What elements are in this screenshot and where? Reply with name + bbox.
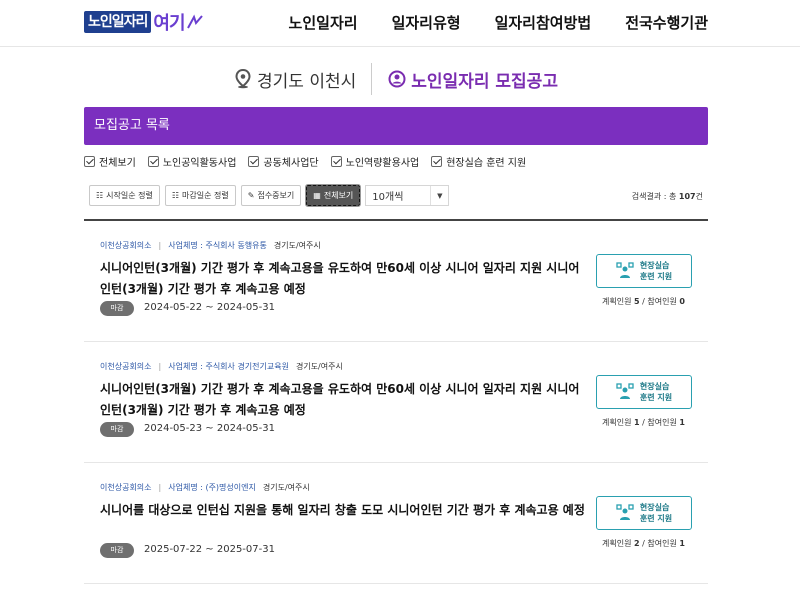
status-badge: 마감 [100,301,134,316]
filter-community[interactable]: 공동체사업단 [248,154,319,169]
training-person-icon [616,262,634,278]
item-date-range: 2025-07-22 ~ 2025-07-31 [144,544,275,555]
item-meta: 이천상공회의소 | 사업체명 : (주)명성이엔지 경기도/여주시 [100,482,310,493]
view-all-button[interactable]: ▦ 전체보기 [305,184,362,207]
list-icon: ☷ [171,191,180,200]
item-company[interactable]: 사업체명 : (주)명성이엔지 [168,482,256,493]
item-region: 경기도/여주시 [273,241,321,250]
status-badge: 마감 [100,422,134,437]
user-circle-icon [388,70,406,88]
result-number: 107 [678,192,696,201]
button-label: 전체보기 [323,191,354,200]
filter-public-service[interactable]: 노인공익활동사업 [147,154,237,169]
item-date-range: 2024-05-23 ~ 2024-05-31 [144,423,275,434]
item-org[interactable]: 이천상공회의소 [100,240,152,251]
list-toolbar: ☷ 시작일순 정렬 ☷ 마감일순 정렬 ✎ 접수중보기 ▦ 전체보기 10개씩 ▼ [89,184,450,207]
nav-item-job-types[interactable]: 일자리유형 [392,12,461,33]
list-icon: ☷ [96,191,104,200]
location-text: 경기도 이천시 [257,71,357,92]
training-person-icon [616,504,634,520]
filter-label: 현장실습 훈련 지원 [446,158,527,169]
item-org[interactable]: 이천상공회의소 [100,482,152,493]
result-suffix: 건 [695,192,703,201]
result-count: 검색결과 : 총 107건 [632,191,703,202]
checkbox-checked-icon[interactable] [147,156,159,167]
filter-label: 노인역량활용사업 [345,158,420,169]
filter-capability[interactable]: 노인역량활용사업 [330,154,420,169]
main-nav: 노인일자리 일자리유형 일자리참여방법 전국수행기관 [255,12,708,33]
item-org[interactable]: 이천상공회의소 [100,361,152,372]
filter-all[interactable]: 전체보기 [84,154,136,169]
training-label: 현장실습 훈련 지원 [639,503,673,523]
checkbox-checked-icon[interactable] [84,156,95,167]
headcount: 계획인원 1 / 참여인원 1 [602,418,685,427]
item-meta: 이천상공회의소 | 사업체명 : 주식회사 경기전기교육원 경기도/여주시 [100,361,343,372]
logo-tail-icon [186,14,203,29]
headcount: 계획인원 5 / 참여인원 0 [602,297,685,306]
button-label: 시작일순 정렬 [106,191,153,200]
page-title-text: 노인일자리 모집공고 [411,71,558,92]
item-title[interactable]: 시니어인턴(3개월) 기간 평가 후 계속고용을 유도하여 만60세 이상 시니… [100,379,588,421]
button-label: 접수중보기 [257,191,295,200]
item-meta: 이천상공회의소 | 사업체명 : 주식회사 동행유통 경기도/여주시 [100,240,321,251]
status-badge: 마감 [100,543,134,558]
chevron-down-icon: ▼ [430,186,448,205]
button-label: 마감일순 정렬 [182,191,229,200]
nav-item-agencies[interactable]: 전국수행기관 [625,12,708,33]
grid-icon: ▦ [313,191,321,200]
checkbox-checked-icon[interactable] [431,156,443,167]
logo-main-text: 노인일자리 [84,11,152,33]
receiving-button[interactable]: ✎ 접수중보기 [240,185,302,206]
item-company[interactable]: 사업체명 : 주식회사 경기전기교육원 [168,361,289,372]
field-training-button[interactable]: 현장실습 훈련 지원 [596,254,692,288]
item-title[interactable]: 시니어인턴(3개월) 기간 평가 후 계속고용을 유도하여 만60세 이상 시니… [100,258,588,300]
result-prefix: 검색결과 : 총 [631,192,677,201]
site-logo[interactable]: 노인일자리 여기 [84,9,204,35]
checkbox-checked-icon[interactable] [330,156,342,167]
location-selector[interactable]: 경기도 이천시 [234,63,373,95]
list-item[interactable]: 이천상공회의소 | 사업체명 : 주식회사 동행유통 경기도/여주시 시니어인턴… [84,221,708,342]
filter-checkboxes: 전체보기 노인공익활동사업 공동체사업단 노인역량활용사업 현장실습 훈련 지원 [84,154,538,169]
training-label: 현장실습 훈련 지원 [639,261,673,281]
site-header: 노인일자리 여기 노인일자리 일자리유형 일자리참여방법 전국수행기관 [0,0,800,47]
checkbox-checked-icon[interactable] [248,156,260,167]
field-training-button[interactable]: 현장실습 훈련 지원 [596,496,692,530]
pencil-icon: ✎ [247,191,255,200]
nav-item-senior-jobs[interactable]: 노인일자리 [289,12,358,33]
training-label: 현장실습 훈련 지원 [639,382,673,402]
item-region: 경기도/여주시 [295,362,343,371]
training-person-icon [616,383,634,399]
page-title: 노인일자리 모집공고 [372,67,558,92]
item-company[interactable]: 사업체명 : 주식회사 동행유통 [168,240,267,251]
page-title-row: 경기도 이천시 노인일자리 모집공고 [84,62,708,96]
meta-separator: | [158,362,162,371]
sort-end-button[interactable]: ☷ 마감일순 정렬 [164,185,236,206]
filter-label: 노인공익활동사업 [162,158,237,169]
sort-start-button[interactable]: ☷ 시작일순 정렬 [89,185,160,206]
filter-field-training[interactable]: 현장실습 훈련 지원 [431,154,526,169]
list-item[interactable]: 이천상공회의소 | 사업체명 : 주식회사 경기전기교육원 경기도/여주시 시니… [84,342,708,463]
logo-accent-text: 여기 [153,13,185,34]
meta-separator: | [158,241,162,250]
list-item[interactable]: 이천상공회의소 | 사업체명 : (주)명성이엔지 경기도/여주시 시니어를 대… [84,463,708,584]
list-header-bar: 모집공고 목록 [84,107,708,145]
item-title[interactable]: 시니어를 대상으로 인턴십 지원을 통해 일자리 창출 도모 시니어인턴 기간 … [100,500,588,521]
headcount: 계획인원 2 / 참여인원 1 [602,539,685,548]
page-size-select[interactable]: 10개씩 ▼ [365,185,450,206]
field-training-button[interactable]: 현장실습 훈련 지원 [596,375,692,409]
item-date-range: 2024-05-22 ~ 2024-05-31 [144,302,275,313]
nav-item-how-to-join[interactable]: 일자리참여방법 [495,12,592,33]
location-pin-icon [235,69,251,89]
filter-label: 전체보기 [99,158,136,169]
filter-label: 공동체사업단 [263,158,319,169]
meta-separator: | [158,483,162,492]
page-size-value: 10개씩 [372,192,404,203]
item-region: 경기도/여주시 [262,483,310,492]
